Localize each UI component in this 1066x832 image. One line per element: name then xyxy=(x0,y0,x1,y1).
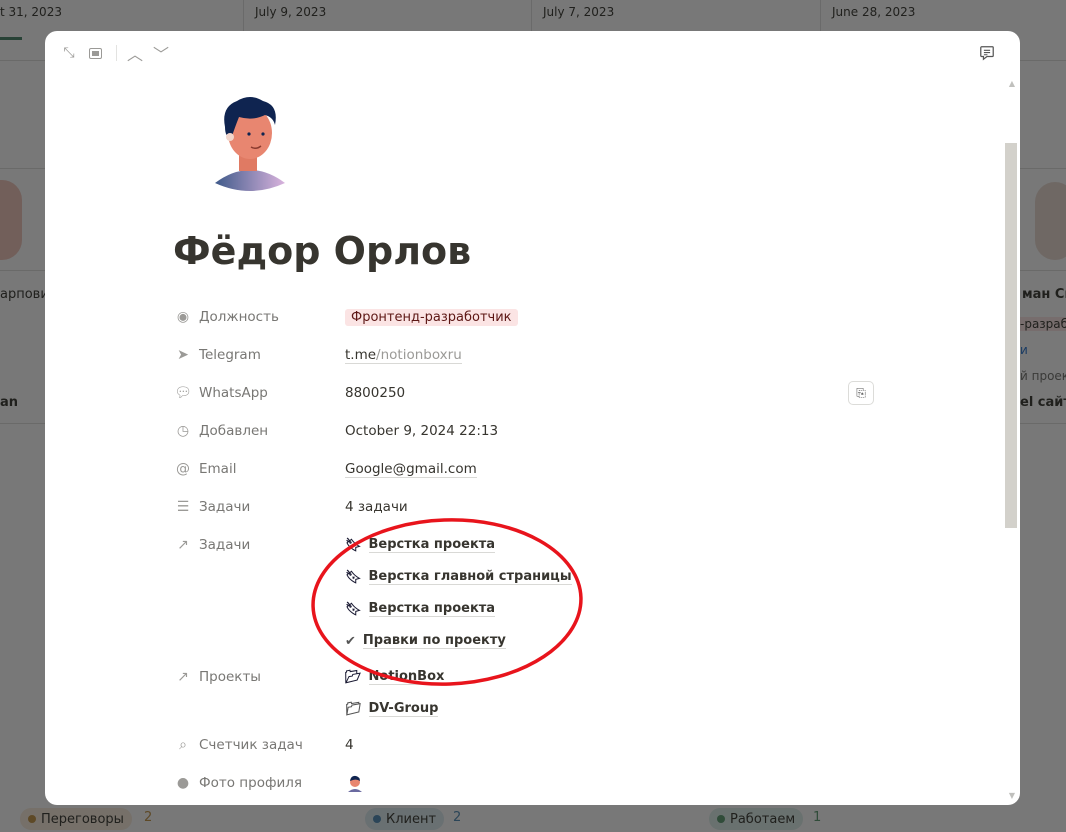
group-working[interactable]: Работаем xyxy=(709,808,804,830)
modal-toolbar: ⤡ ︿ ﹀ xyxy=(45,31,1020,75)
project-item[interactable]: 📁︎ DV-Group xyxy=(345,697,444,721)
relation-arrow-icon: ↗ xyxy=(177,669,189,685)
card-tag: -разраб xyxy=(1020,317,1066,331)
property-photo: ● Фото профиля xyxy=(175,771,875,795)
telegram-link[interactable]: t.me/notionboxru xyxy=(345,347,462,364)
property-added: ◷ Добавлен October 9, 2024 22:13 xyxy=(176,423,499,439)
property-position: ◉ Должность Фронтенд-разработчик xyxy=(175,305,875,329)
bookmark-icon: 🔖︎ xyxy=(345,537,362,553)
search-icon: ⌕ xyxy=(179,737,187,753)
photo-thumbnail[interactable] xyxy=(345,773,365,793)
property-projects: ↗ Проекты xyxy=(175,665,875,689)
added-value: October 9, 2024 22:13 xyxy=(345,423,499,439)
card-date: June 28, 2023 xyxy=(832,5,916,19)
page-title[interactable]: Фёдор Орлов xyxy=(173,229,471,273)
scroll-down-arrow[interactable]: ▼ xyxy=(1009,791,1015,800)
whatsapp-value[interactable]: 8800250 xyxy=(345,385,405,401)
tasks-relation-list: 🔖︎ Верстка проекта 🔖︎ Верстка главной стра… xyxy=(345,533,572,653)
email-link[interactable]: Google@gmail.com xyxy=(345,461,477,478)
card-date: July 7, 2023 xyxy=(543,5,615,19)
group-client[interactable]: Клиент xyxy=(365,808,445,830)
task-item[interactable]: 🔖︎ Верстка проекта xyxy=(345,533,572,557)
position-tag[interactable]: Фронтенд-разработчик xyxy=(345,308,518,326)
person-icon: ● xyxy=(176,775,190,791)
card-date: t 31, 2023 xyxy=(0,5,62,19)
chat-bubble-icon: 💬︎ xyxy=(174,385,192,401)
scrollbar[interactable] xyxy=(1005,143,1017,528)
clock-icon: ◷ xyxy=(176,423,190,439)
project-item[interactable]: 📂︎ NotionBox xyxy=(345,665,445,689)
relation-arrow-icon: ↗ xyxy=(177,537,189,553)
checklist-icon: ☰ xyxy=(176,499,190,515)
property-tasks-count: ☰ Задачи 4 задачи xyxy=(176,499,408,515)
projects-relation-list: 📂︎ NotionBox 📁︎ DV-Group xyxy=(345,665,445,721)
property-email: @ Email Google@gmail.com xyxy=(176,460,477,478)
card-link: el сайт xyxy=(1020,395,1066,410)
select-icon: ◉ xyxy=(176,309,190,325)
bookmark-icon: 🔖︎ xyxy=(345,601,362,617)
folder-open-icon: 📂︎ xyxy=(345,669,362,685)
peek-mode-icon[interactable] xyxy=(87,45,103,61)
card-name: арпови xyxy=(0,287,49,302)
page-icon-avatar[interactable] xyxy=(195,87,305,197)
card-link: an xyxy=(0,395,19,410)
property-telegram: ➤ Telegram t.me/notionboxru xyxy=(175,343,875,367)
bookmark-icon: 🔖︎ xyxy=(345,569,362,585)
scroll-up-arrow[interactable]: ▲ xyxy=(1009,79,1015,88)
counter-value: 4 xyxy=(345,737,354,753)
card-name: ман Ск xyxy=(1022,287,1066,302)
card-avatar xyxy=(1035,182,1066,260)
group-negotiations[interactable]: Переговоры xyxy=(20,808,132,830)
tasks-count-value: 4 задачи xyxy=(345,499,408,515)
chevron-down-icon[interactable]: ﹀ xyxy=(153,45,169,64)
property-counter: ⌕ Счетчик задач 4 xyxy=(175,733,875,757)
card-avatar xyxy=(0,180,22,260)
property-whatsapp: 💬︎ WhatsApp 8800250 xyxy=(174,385,406,401)
expand-icon[interactable]: ⤡ xyxy=(61,45,77,61)
task-item[interactable]: 🔖︎ Верстка главной страницы xyxy=(345,565,572,589)
page-peek-modal: ⤡ ︿ ﹀ ▲ ▼ Фёдор Орлов ◉ Должность Фронтен… xyxy=(45,31,1020,805)
task-item[interactable]: ✔ Правки по проекту xyxy=(345,629,572,653)
at-icon: @ xyxy=(176,461,190,477)
comments-icon[interactable] xyxy=(979,45,995,61)
chevron-up-icon[interactable]: ︿ xyxy=(127,45,143,64)
copy-icon: ⎘ xyxy=(856,385,866,400)
paper-plane-icon: ➤ xyxy=(177,347,189,363)
check-circle-icon: ✔ xyxy=(345,633,356,649)
task-item[interactable]: 🔖︎ Верстка проекта xyxy=(345,597,572,621)
folder-icon: 📁︎ xyxy=(345,701,362,717)
card-date: July 9, 2023 xyxy=(255,5,327,19)
copy-button[interactable]: ⎘ xyxy=(848,381,874,405)
